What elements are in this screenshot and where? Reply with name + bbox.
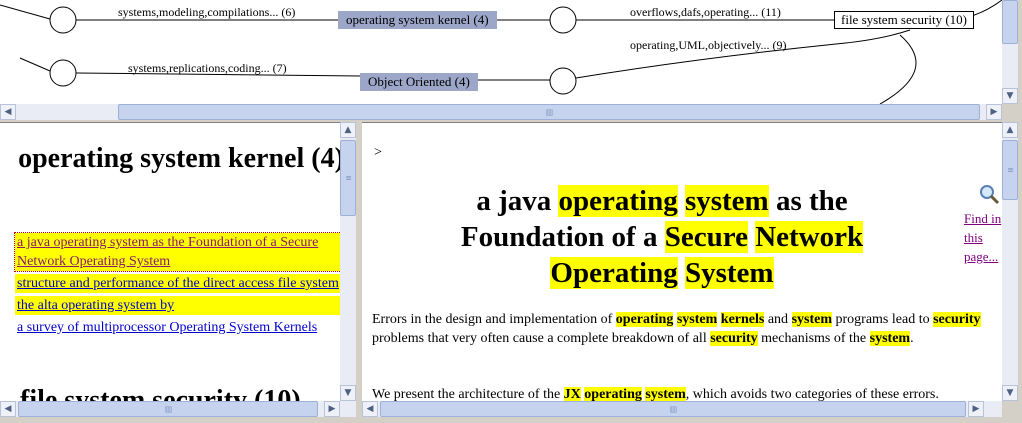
text-run: a java <box>476 185 559 217</box>
document-link[interactable]: the alta operating system by <box>15 296 340 315</box>
topic-heading-file-system-security: file system security (10) <box>20 385 301 402</box>
graph-node <box>549 6 577 34</box>
scroll-up-arrow-icon[interactable]: ▲ <box>1002 122 1018 138</box>
highlighted-term: operating <box>558 185 678 217</box>
graph-node <box>49 6 77 34</box>
document-link[interactable]: a survey of multiprocessor Operating Sys… <box>15 318 340 337</box>
document-title: a java operating system as the Foundatio… <box>412 183 912 291</box>
scroll-down-arrow-icon[interactable]: ▼ <box>1002 88 1018 104</box>
document-horizontal-scrollbar[interactable]: ◀ ▥ ▶ <box>362 401 1002 417</box>
scroll-left-arrow-icon[interactable]: ◀ <box>362 401 378 417</box>
scroll-up-arrow-icon[interactable]: ▲ <box>340 122 356 138</box>
highlighted-term: Secure <box>664 221 748 253</box>
scroll-down-arrow-icon[interactable]: ▼ <box>340 385 356 401</box>
highlighted-term: security <box>710 331 758 346</box>
abstract-paragraph-1: Errors in the design and implementation … <box>372 310 987 348</box>
scroll-right-arrow-icon[interactable]: ▶ <box>324 401 340 417</box>
topic-list-horizontal-scrollbar[interactable]: ◀ ▥ ▶ <box>0 401 356 417</box>
topic-list-pane: operating system kernel (4) a java opera… <box>0 122 340 402</box>
document-vertical-scrollbar[interactable]: ▲ ≡ ▼ <box>1002 122 1018 401</box>
find-in-page-link[interactable]: Find in this page... <box>964 209 1002 266</box>
document-link[interactable]: a java operating system as the Foundatio… <box>14 232 340 272</box>
text-run: We present the architecture of the <box>372 387 564 402</box>
document-view-pane: > a java operating system as the Foundat… <box>362 122 1002 402</box>
grip-icon: ▥ <box>669 404 678 414</box>
highlighted-term: operating <box>584 387 642 402</box>
highlighted-term: Operating <box>550 257 678 289</box>
grip-icon: ≡ <box>345 173 352 183</box>
graph-edge-label[interactable]: overflows,dafs,operating... (11) <box>630 5 781 20</box>
scroll-thumb[interactable] <box>1002 0 1018 44</box>
highlighted-term: system <box>791 312 832 327</box>
text-run: mechanisms of the <box>757 331 870 346</box>
topic-node-object-oriented[interactable]: Object Oriented (4) <box>360 73 478 91</box>
prompt-marker: > <box>374 145 382 160</box>
grip-icon: ≡ <box>1007 165 1014 175</box>
text-run: and <box>764 312 792 327</box>
scroll-left-arrow-icon[interactable]: ◀ <box>0 401 16 417</box>
abstract-paragraph-2: We present the architecture of the JX op… <box>372 385 1002 402</box>
highlighted-term: operating <box>615 312 674 327</box>
scroll-thumb[interactable]: ▥ <box>380 401 966 417</box>
scroll-right-arrow-icon[interactable]: ▶ <box>968 401 984 417</box>
topic-node-os-kernel[interactable]: operating system kernel (4) <box>338 11 497 29</box>
highlighted-term: system <box>676 312 718 327</box>
scrollbar-corner <box>1002 104 1022 120</box>
graph-edge-label[interactable]: operating,UML,objectively... (9) <box>630 38 787 53</box>
highlighted-term: system <box>869 331 911 346</box>
text-run <box>678 185 685 217</box>
grip-icon: ▥ <box>545 107 554 117</box>
highlighted-term: System <box>684 257 774 289</box>
grip-icon: ▥ <box>164 404 173 414</box>
graph-edge-label[interactable]: systems,modeling,compilations... (6) <box>118 5 295 20</box>
scroll-thumb[interactable]: ▥ <box>118 104 980 120</box>
topic-list-vertical-scrollbar[interactable]: ▲ ≡ ▼ <box>340 122 356 401</box>
scroll-thumb[interactable]: ≡ <box>340 140 356 216</box>
find-in-page-icon[interactable] <box>978 183 1000 205</box>
topic-document-list: a java operating system as the Foundatio… <box>14 232 340 340</box>
text-run: problems that very often cause a complet… <box>372 331 711 346</box>
scroll-thumb[interactable]: ▥ <box>18 401 318 417</box>
graph-horizontal-scrollbar[interactable]: ◀ ▥ ▶ <box>0 104 1002 120</box>
scroll-left-arrow-icon[interactable]: ◀ <box>0 104 16 120</box>
highlighted-term: system <box>645 387 686 402</box>
highlighted-term: security <box>933 312 981 327</box>
scroll-down-arrow-icon[interactable]: ▼ <box>1002 385 1018 401</box>
scroll-thumb[interactable]: ≡ <box>1002 140 1018 200</box>
graph-vertical-scrollbar[interactable]: ▼ <box>1002 0 1018 104</box>
text-run: , which avoids two categories of these e… <box>685 387 939 402</box>
scrollbar-corner <box>1002 401 1022 423</box>
topic-graph-pane: systems,modeling,compilations... (6) ove… <box>0 0 1002 104</box>
graph-node <box>549 67 577 95</box>
highlighted-term: Network <box>755 221 864 253</box>
document-link[interactable]: structure and performance of the direct … <box>15 274 340 293</box>
highlighted-term: JX <box>563 387 581 402</box>
highlighted-term: kernels <box>720 312 765 327</box>
text-run: . <box>910 331 914 346</box>
text-run: programs lead to <box>832 312 934 327</box>
graph-edge-label[interactable]: systems,replications,coding... (7) <box>128 61 287 76</box>
selected-topic-node[interactable]: file system security (10) <box>834 11 974 29</box>
topic-heading-os-kernel: operating system kernel (4) <box>18 143 340 174</box>
scroll-right-arrow-icon[interactable]: ▶ <box>986 104 1002 120</box>
text-run: Errors in the design and implementation … <box>372 312 616 327</box>
graph-node <box>49 59 77 87</box>
text-run <box>678 257 685 289</box>
highlighted-term: system <box>684 185 769 217</box>
